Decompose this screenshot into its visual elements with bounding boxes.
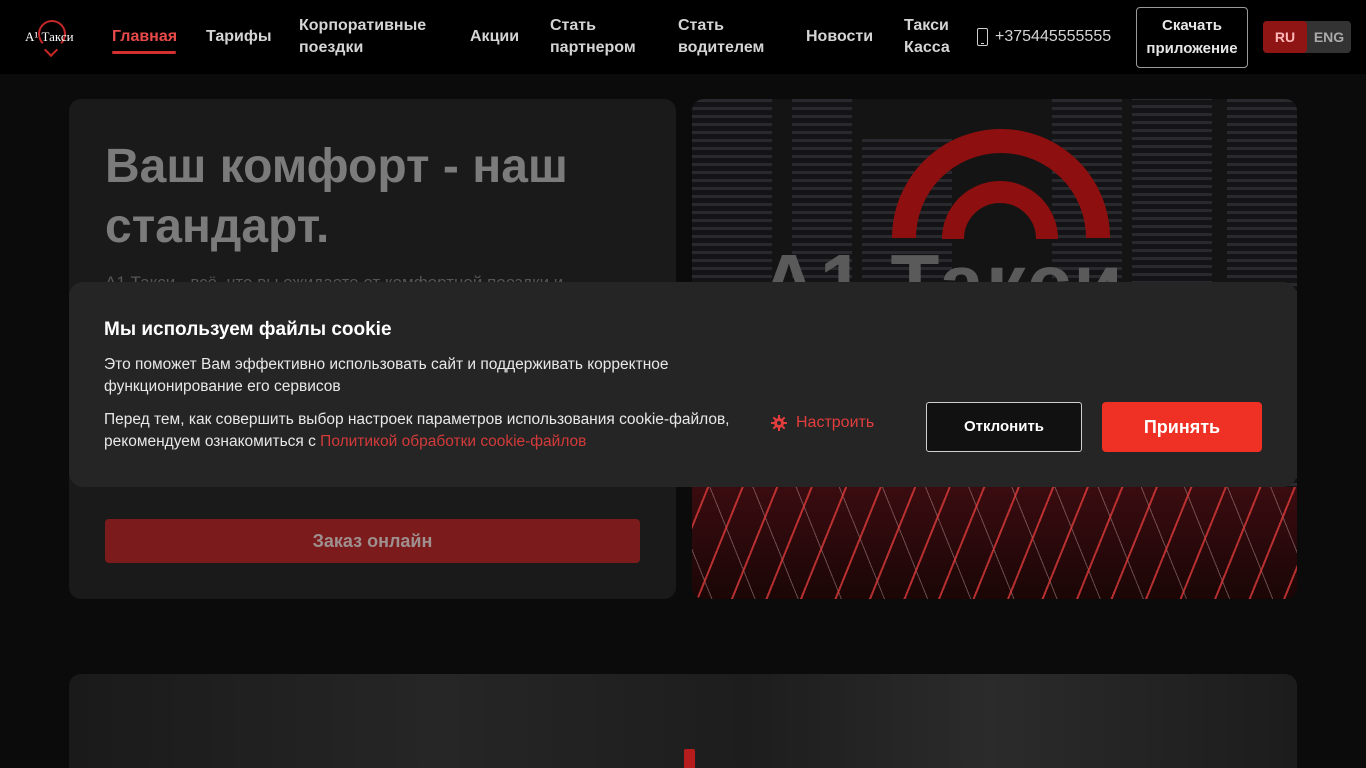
nav-active-indicator xyxy=(112,51,176,54)
cookie-policy-text: Перед тем, как совершить выбор настроек … xyxy=(104,409,744,453)
site-logo[interactable]: А¹ Такси xyxy=(22,20,80,58)
nav-item-corporate[interactable]: Корпоративные поездки xyxy=(299,15,439,59)
nav-item-tariffs[interactable]: Тарифы xyxy=(206,26,272,48)
cookie-title: Мы используем файлы cookie xyxy=(104,319,392,340)
cookie-settings-button[interactable]: Настроить xyxy=(771,414,874,432)
second-section-banner xyxy=(69,674,1297,768)
nav-item-news[interactable]: Новости xyxy=(806,26,873,48)
phone-link[interactable]: +375445555555 xyxy=(977,26,1111,48)
nav-item-become-partner[interactable]: Стать партнером xyxy=(550,15,645,59)
order-online-button[interactable]: Заказ онлайн xyxy=(105,519,640,563)
site-header: А¹ Такси Главная Тарифы Корпоративные по… xyxy=(0,0,1366,74)
logo-text: А¹ Такси xyxy=(25,29,74,44)
cookie-accept-button[interactable]: Принять xyxy=(1102,402,1262,452)
nav-item-taxi-cashier[interactable]: Такси Касса xyxy=(904,15,959,59)
download-app-button[interactable]: Скачать приложение xyxy=(1136,7,1248,68)
cookie-banner: Мы используем файлы cookie Это поможет В… xyxy=(69,282,1297,487)
nav-item-promotions[interactable]: Акции xyxy=(470,26,519,48)
cookie-decline-button[interactable]: Отклонить xyxy=(926,402,1082,452)
nav-item-become-driver[interactable]: Стать водителем xyxy=(678,15,773,59)
phone-icon xyxy=(977,28,988,46)
hero-title: Ваш комфорт - наш стандарт. xyxy=(105,140,568,253)
cookie-settings-label: Настроить xyxy=(796,414,875,431)
lang-en-button[interactable]: ENG xyxy=(1307,21,1351,53)
phone-number: +375445555555 xyxy=(995,28,1112,45)
light-trails-road xyxy=(692,487,1297,599)
lang-ru-button[interactable]: RU xyxy=(1263,21,1307,53)
gear-icon xyxy=(771,415,787,431)
language-switcher: RU ENG xyxy=(1263,21,1351,53)
cookie-policy-link[interactable]: Политикой обработки cookie-файлов xyxy=(320,433,586,450)
cookie-description: Это поможет Вам эффективно использовать … xyxy=(104,356,669,395)
nav-item-home[interactable]: Главная xyxy=(112,26,177,48)
red-marker xyxy=(684,749,695,768)
